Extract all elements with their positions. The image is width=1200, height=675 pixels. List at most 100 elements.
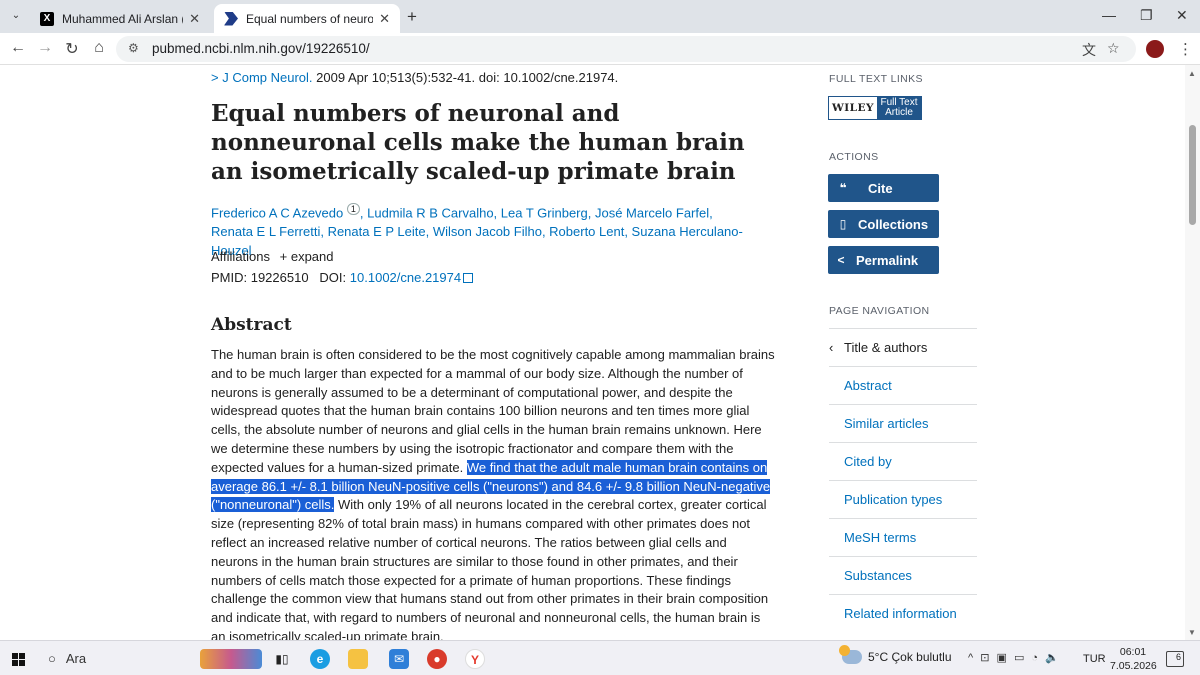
windows-start-icon[interactable] <box>12 653 25 666</box>
nav-substances[interactable]: Substances <box>829 556 977 594</box>
abstract-part: With only 19% of all neurons located in … <box>211 497 769 640</box>
permalink-label: Permalink <box>856 252 919 268</box>
edge-browser-icon[interactable]: e <box>310 649 330 669</box>
chrome-browser-icon[interactable]: ● <box>427 649 447 669</box>
bookmark-icon: ▯ <box>839 217 847 231</box>
article-title: Equal numbers of neuronal and nonneurona… <box>211 100 745 185</box>
minimize-icon[interactable]: — <box>1102 7 1116 23</box>
system-tray-icons[interactable]: ^ ⊡ ▣ ▭ ◔ 🔈 <box>968 651 1061 664</box>
maximize-icon[interactable]: ❐ <box>1140 7 1153 24</box>
abstract-heading: Abstract <box>211 315 292 335</box>
page-navigation-list: ‹ Title & authors Abstract Similar articl… <box>829 328 977 632</box>
cloudy-weather-icon <box>839 645 862 664</box>
weather-widget[interactable]: 5°C Çok bulutlu <box>839 645 952 664</box>
nav-related-information[interactable]: Related information <box>829 594 977 632</box>
task-view-icon[interactable]: ▮▯ <box>272 649 292 669</box>
journal-link[interactable]: J Comp Neurol. <box>222 70 312 85</box>
yandex-browser-icon[interactable]: Y <box>465 649 485 669</box>
collections-label: Collections <box>858 216 929 232</box>
permalink-button[interactable]: < Permalink <box>828 246 939 274</box>
cite-button[interactable]: ❝ Cite <box>828 174 939 202</box>
file-explorer-icon[interactable] <box>348 649 368 669</box>
abstract-part: The human brain is often considered to b… <box>211 347 775 475</box>
nav-similar-articles[interactable]: Similar articles <box>829 404 977 442</box>
nav-title-authors[interactable]: ‹ Title & authors <box>829 328 977 366</box>
nav-label: Related information <box>844 606 957 621</box>
tab-title: Equal numbers of neuronal and <box>246 11 374 26</box>
close-tab-icon[interactable]: ✕ <box>379 11 390 27</box>
taskbar-search[interactable]: ○ Ara <box>40 645 190 672</box>
cite-label: Cite <box>868 180 893 196</box>
tab-pubmed[interactable]: Equal numbers of neuronal and ✕ <box>214 4 400 33</box>
wiley-full-text-button[interactable]: WILEY Full Text Article <box>828 96 922 120</box>
search-label: Ara <box>65 651 87 666</box>
citation-text: 2009 Apr 10;513(5):532-41. doi: 10.1002/… <box>312 70 619 85</box>
nav-label: MeSH terms <box>844 530 917 545</box>
nav-label: Title & authors <box>844 340 928 355</box>
external-link-icon <box>463 273 474 283</box>
clock-date: 7.05.2026 <box>1110 660 1157 672</box>
scroll-up-icon[interactable]: ▲ <box>1188 69 1196 78</box>
full-text-line2: Article <box>885 107 913 118</box>
profile-avatar[interactable] <box>1146 40 1164 58</box>
scrollbar-thumb[interactable] <box>1189 125 1196 225</box>
share-icon: < <box>837 253 845 267</box>
menu-kebab-icon[interactable]: ⋮ <box>1178 40 1193 58</box>
address-bar[interactable]: ⚙ pubmed.ncbi.nlm.nih.gov/19226510/ <box>116 36 1136 62</box>
quote-icon: ❝ <box>839 181 847 195</box>
new-tab-button[interactable]: + <box>407 7 417 27</box>
abstract-text: The human brain is often considered to b… <box>211 346 776 640</box>
doi-label: DOI: <box>319 270 347 285</box>
notification-center-icon[interactable]: 6 <box>1166 651 1184 667</box>
nav-label: Similar articles <box>844 416 929 431</box>
page-navigation-heading: PAGE NAVIGATION <box>829 305 930 317</box>
site-info-icon[interactable]: ⚙ <box>128 41 139 55</box>
actions-heading: ACTIONS <box>829 151 879 163</box>
nav-label: Substances <box>844 568 912 583</box>
affiliation-badge[interactable]: 1 <box>346 203 360 215</box>
taskbar-clock[interactable]: 06:01 7.05.2026 <box>1110 645 1157 673</box>
news-widget-icon[interactable] <box>200 649 262 669</box>
page-scrollbar[interactable]: ▲ ▼ <box>1185 65 1200 640</box>
language-indicator[interactable]: TUR <box>1083 653 1106 665</box>
affiliations-row: Affiliations + expand <box>211 249 334 264</box>
full-text-label: Full Text Article <box>877 97 921 119</box>
search-icon: ○ <box>48 651 56 666</box>
clock-time: 06:01 <box>1119 646 1147 658</box>
affiliations-label: Affiliations <box>211 249 271 264</box>
home-icon[interactable]: ⌂ <box>89 39 109 57</box>
nav-label: Cited by <box>844 454 892 469</box>
window-close-icon[interactable]: ✕ <box>1176 7 1188 24</box>
close-tab-icon[interactable]: ✕ <box>189 11 200 27</box>
mail-icon[interactable]: ✉ <box>389 649 409 669</box>
tab-search-chevron-icon[interactable]: ⌄ <box>8 8 24 24</box>
chevron-left-icon: ‹ <box>829 340 834 355</box>
pmid-text: PMID: 19226510 <box>211 270 309 285</box>
journal-citation: > J Comp Neurol. 2009 Apr 10;513(5):532-… <box>211 70 618 85</box>
author-link[interactable]: Frederico A C Azevedo <box>211 205 343 220</box>
nav-label: Publication types <box>844 492 943 507</box>
nav-cited-by[interactable]: Cited by <box>829 442 977 480</box>
doi-link[interactable]: 10.1002/cne.21974 <box>350 270 461 285</box>
expand-affiliations-button[interactable]: + expand <box>280 249 334 264</box>
tab-twitter[interactable]: X Muhammed Ali Arslan (@Miracl ✕ <box>30 4 210 33</box>
nav-abstract[interactable]: Abstract <box>829 366 977 404</box>
pubmed-logo-icon <box>224 11 238 26</box>
scroll-down-icon[interactable]: ▼ <box>1188 628 1196 637</box>
url-text[interactable]: pubmed.ncbi.nlm.nih.gov/19226510/ <box>152 41 370 56</box>
nav-publication-types[interactable]: Publication types <box>829 480 977 518</box>
author-links[interactable]: , Ludmila R B Carvalho, Lea T Grinberg, … <box>360 205 713 220</box>
translate-icon[interactable]: 文 <box>1082 40 1096 60</box>
bookmark-star-icon[interactable]: ☆ <box>1107 40 1120 57</box>
back-arrow-icon[interactable]: ← <box>8 39 28 57</box>
tab-title: Muhammed Ali Arslan (@Miracl <box>62 11 183 26</box>
journal-chevron-icon[interactable]: > <box>211 70 222 85</box>
forward-arrow-icon[interactable]: → <box>35 39 55 57</box>
windows-taskbar: ○ Ara ▮▯ e ✉ ● Y 5°C Çok bulutlu ^ ⊡ ▣ ▭… <box>0 640 1200 675</box>
address-toolbar: ← → ↻ ⌂ ⚙ pubmed.ncbi.nlm.nih.gov/192265… <box>0 33 1200 65</box>
collections-button[interactable]: ▯ Collections <box>828 210 939 238</box>
reload-icon[interactable]: ↻ <box>62 39 82 59</box>
x-logo-icon: X <box>40 11 54 26</box>
identifiers-row: PMID: 19226510 DOI: 10.1002/cne.21974 <box>211 270 474 285</box>
nav-mesh-terms[interactable]: MeSH terms <box>829 518 977 556</box>
